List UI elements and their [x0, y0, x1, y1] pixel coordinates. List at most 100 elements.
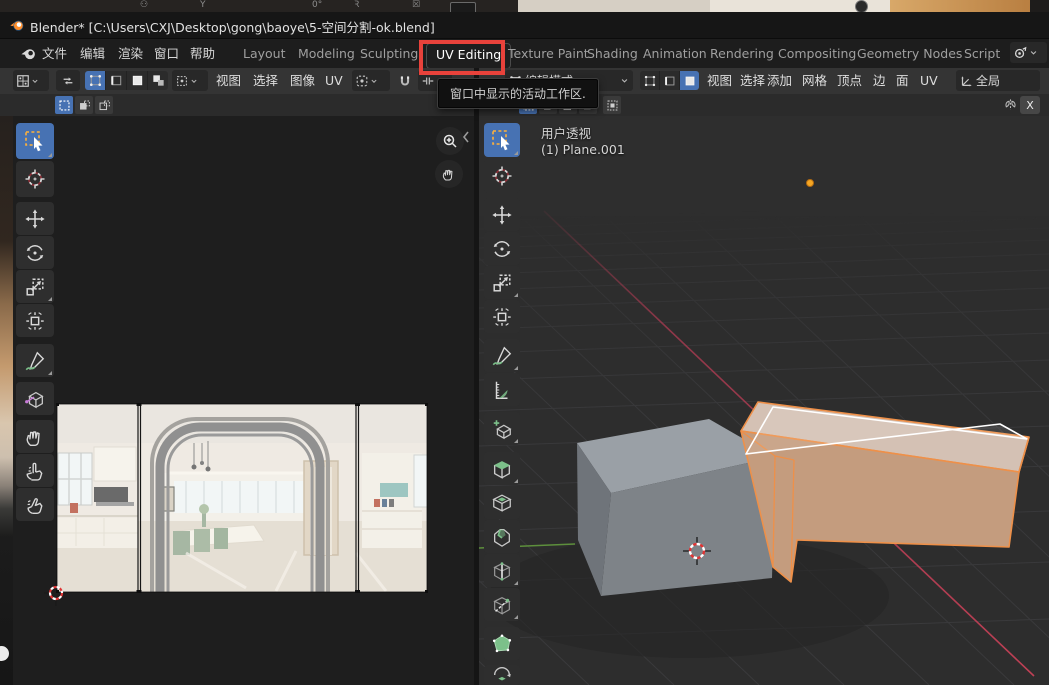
uv-tool-move[interactable]	[16, 202, 54, 235]
tab-layout[interactable]: Layout	[243, 42, 286, 66]
tab-geometry-nodes[interactable]: Geometry Nodes	[857, 42, 962, 66]
background-glyph-4: Ꝛ	[354, 0, 359, 12]
uv-pivot-dropdown[interactable]	[352, 70, 390, 91]
menu-file[interactable]: 文件	[42, 42, 67, 66]
v3d-menu-mesh[interactable]: 网格	[802, 70, 827, 92]
uv-tool-scale[interactable]	[16, 270, 54, 303]
bevel-icon	[491, 526, 513, 548]
titlebar: Blender* [C:\Users\CXJ\Desktop\gong\baoy…	[0, 12, 1049, 39]
v3d-tool-scale[interactable]	[484, 266, 520, 299]
v3d-tool-measure[interactable]	[484, 373, 520, 406]
cursor-3d-icon	[490, 164, 514, 188]
tab-compositing[interactable]: Compositing	[778, 42, 856, 66]
uv-editor-type-dropdown[interactable]	[13, 70, 49, 91]
uv-boxselect-mode-subtract[interactable]	[95, 96, 113, 114]
uv-tool-cursor[interactable]	[16, 161, 54, 197]
v3d-tool-bevel[interactable]	[484, 520, 520, 553]
uv-pan-button[interactable]	[435, 160, 463, 188]
v3d-menu-uv[interactable]: UV	[920, 70, 938, 92]
menu-edit[interactable]: 编辑	[80, 42, 105, 66]
uv-editor-header: 视图 选择 图像 UV	[0, 68, 474, 95]
v3d-tool-add-cube[interactable]	[484, 412, 520, 445]
v3d-menu-face[interactable]: 面	[896, 70, 909, 92]
uv-select-island-button[interactable]	[148, 71, 168, 90]
uv-menu-view[interactable]: 视图	[216, 70, 241, 92]
v3d-tool-move[interactable]	[484, 198, 520, 231]
mesh-select-face-button[interactable]	[680, 71, 699, 90]
uv-zoom-button[interactable]	[436, 127, 464, 155]
tab-shading[interactable]: Shading	[587, 42, 638, 66]
uv-boxselect-mode-extend[interactable]	[75, 96, 93, 114]
v3d-menu-view[interactable]: 视图	[707, 70, 732, 92]
uv-tool-transform[interactable]	[16, 304, 54, 337]
annotation-highlight-box	[419, 40, 505, 75]
view-name-overlay: 用户透视	[541, 123, 591, 142]
uv-tool-pinch[interactable]	[16, 488, 54, 521]
v3d-tool-annotate[interactable]	[484, 339, 520, 372]
uv-select-face-button[interactable]	[127, 71, 148, 90]
v3d-tool-loop-cut[interactable]	[484, 554, 520, 587]
uv-sidebar-collapse-arrow[interactable]	[461, 129, 471, 145]
v3d-tool-extrude-region[interactable]	[484, 452, 520, 485]
v3d-menu-vertex[interactable]: 顶点	[837, 70, 862, 92]
tab-animation[interactable]: Animation	[643, 42, 707, 66]
v3d-boxselect-mode-intersect[interactable]	[603, 96, 621, 114]
mesh-select-vertex-button[interactable]	[640, 71, 660, 90]
uv-snap-toggle[interactable]	[394, 70, 416, 91]
v3d-tool-rotate[interactable]	[484, 232, 520, 265]
uv-tool-rip-region[interactable]	[16, 382, 54, 415]
mirror-x-toggle[interactable]: X	[1020, 96, 1040, 114]
blender-menu-icon[interactable]	[20, 45, 37, 62]
menu-window[interactable]: 窗口	[154, 42, 179, 66]
background-glyph-5: ☒	[412, 0, 420, 12]
mesh-select-edge-button[interactable]	[660, 71, 680, 90]
v3d-tool-cursor[interactable]	[484, 159, 520, 193]
tab-modeling[interactable]: Modeling	[298, 42, 355, 66]
viewport-canvas[interactable]: 用户透视 (1) Plane.001	[479, 116, 1049, 685]
uv-menu-uv[interactable]: UV	[325, 70, 343, 92]
menu-render[interactable]: 渲染	[118, 42, 143, 66]
tab-rendering[interactable]: Rendering	[710, 42, 774, 66]
v3d-tool-spin[interactable]	[484, 665, 520, 685]
scene-icon	[1013, 45, 1028, 60]
uv-tool-select-box[interactable]	[16, 123, 54, 159]
tab-texture-paint[interactable]: Texture Paint	[508, 42, 589, 66]
v3d-menu-add[interactable]: 添加	[767, 70, 792, 92]
object-name-overlay: (1) Plane.001	[541, 142, 625, 157]
uv-sync-selection-toggle[interactable]	[56, 70, 80, 91]
uv-boxselect-mode-new[interactable]	[55, 96, 73, 114]
uv-tool-rotate[interactable]	[16, 236, 54, 269]
loop-cut-icon	[491, 560, 513, 582]
uv-image[interactable]	[56, 403, 428, 593]
pinch-hand-icon	[24, 494, 46, 516]
v3d-tool-inset-faces[interactable]	[484, 486, 520, 519]
uv-select-vertex-button[interactable]	[85, 71, 106, 90]
background-glyph-3: 0°	[312, 0, 322, 12]
uv-sticky-select-dropdown[interactable]	[172, 70, 208, 91]
tab-script[interactable]: Script	[964, 42, 1000, 66]
background-strip-beige	[518, 0, 710, 12]
cursor-2d-icon	[23, 167, 47, 191]
menu-help[interactable]: 帮助	[190, 42, 215, 66]
object-origin-dot	[807, 180, 814, 187]
v3d-tool-poly-build[interactable]	[484, 627, 520, 660]
transform-orientation-dropdown[interactable]: 全局	[956, 70, 1040, 91]
tab-sculpting[interactable]: Sculpting	[360, 42, 418, 66]
uv-menu-select[interactable]: 选择	[253, 70, 278, 92]
uv-tool-relax[interactable]	[16, 454, 54, 487]
uv-menu-image[interactable]: 图像	[290, 70, 315, 92]
scene-selector[interactable]	[1010, 42, 1047, 63]
uv-select-edge-button[interactable]	[106, 71, 127, 90]
v3d-menu-edge[interactable]: 边	[873, 70, 886, 92]
uv-2d-cursor[interactable]	[42, 578, 70, 608]
snap-magnet-icon	[398, 74, 412, 88]
uv-tool-annotate[interactable]	[16, 344, 54, 377]
v3d-tool-knife[interactable]	[484, 588, 520, 621]
v3d-tool-select-box[interactable]	[484, 123, 520, 157]
uv-editor-canvas[interactable]	[0, 116, 474, 685]
uv-tool-grab[interactable]	[16, 420, 54, 453]
background-glyph-1: ⚇	[140, 0, 148, 12]
select-box-icon	[490, 128, 514, 152]
v3d-menu-select[interactable]: 选择	[740, 70, 765, 92]
v3d-tool-transform[interactable]	[484, 300, 520, 333]
